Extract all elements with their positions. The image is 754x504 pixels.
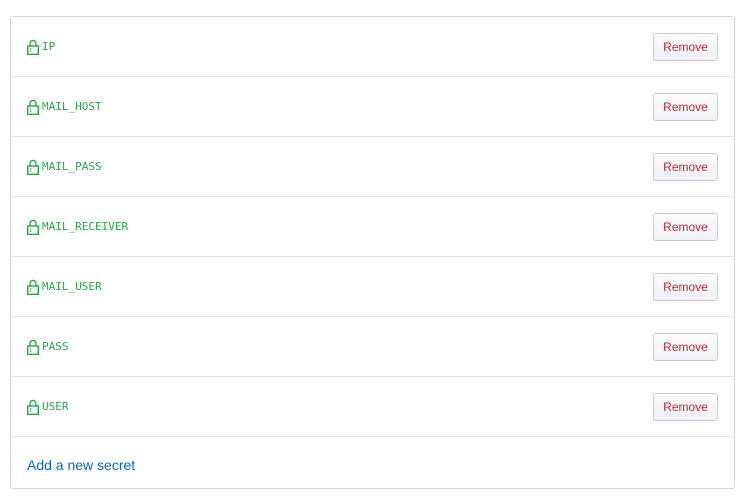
- secret-name: MAIL_RECEIVER: [42, 220, 129, 233]
- secret-row: MAIL_RECEIVER Remove: [11, 197, 734, 257]
- lock-icon: [27, 399, 39, 415]
- secrets-footer: Add a new secret: [11, 437, 734, 489]
- remove-button[interactable]: Remove: [653, 93, 718, 121]
- remove-button[interactable]: Remove: [653, 333, 718, 361]
- lock-icon: [27, 159, 39, 175]
- secret-row: USER Remove: [11, 377, 734, 437]
- secret-name: PASS: [42, 340, 69, 353]
- remove-button[interactable]: Remove: [653, 153, 718, 181]
- secret-row: IP Remove: [11, 17, 734, 77]
- remove-button[interactable]: Remove: [653, 273, 718, 301]
- remove-button[interactable]: Remove: [653, 33, 718, 61]
- remove-button[interactable]: Remove: [653, 393, 718, 421]
- secrets-list: IP Remove MAIL_HOST Remove MAIL_PASS Rem…: [10, 16, 735, 489]
- lock-icon: [27, 39, 39, 55]
- lock-icon: [27, 279, 39, 295]
- add-secret-link[interactable]: Add a new secret: [27, 457, 135, 473]
- secret-row: MAIL_HOST Remove: [11, 77, 734, 137]
- remove-button[interactable]: Remove: [653, 213, 718, 241]
- secret-name: IP: [42, 40, 56, 53]
- secret-row: MAIL_PASS Remove: [11, 137, 734, 197]
- lock-icon: [27, 219, 39, 235]
- lock-icon: [27, 339, 39, 355]
- secret-name: USER: [42, 400, 69, 413]
- secret-name: MAIL_PASS: [42, 160, 102, 173]
- secret-name: MAIL_HOST: [42, 100, 102, 113]
- lock-icon: [27, 99, 39, 115]
- secret-row: MAIL_USER Remove: [11, 257, 734, 317]
- secret-name: MAIL_USER: [42, 280, 102, 293]
- secret-row: PASS Remove: [11, 317, 734, 377]
